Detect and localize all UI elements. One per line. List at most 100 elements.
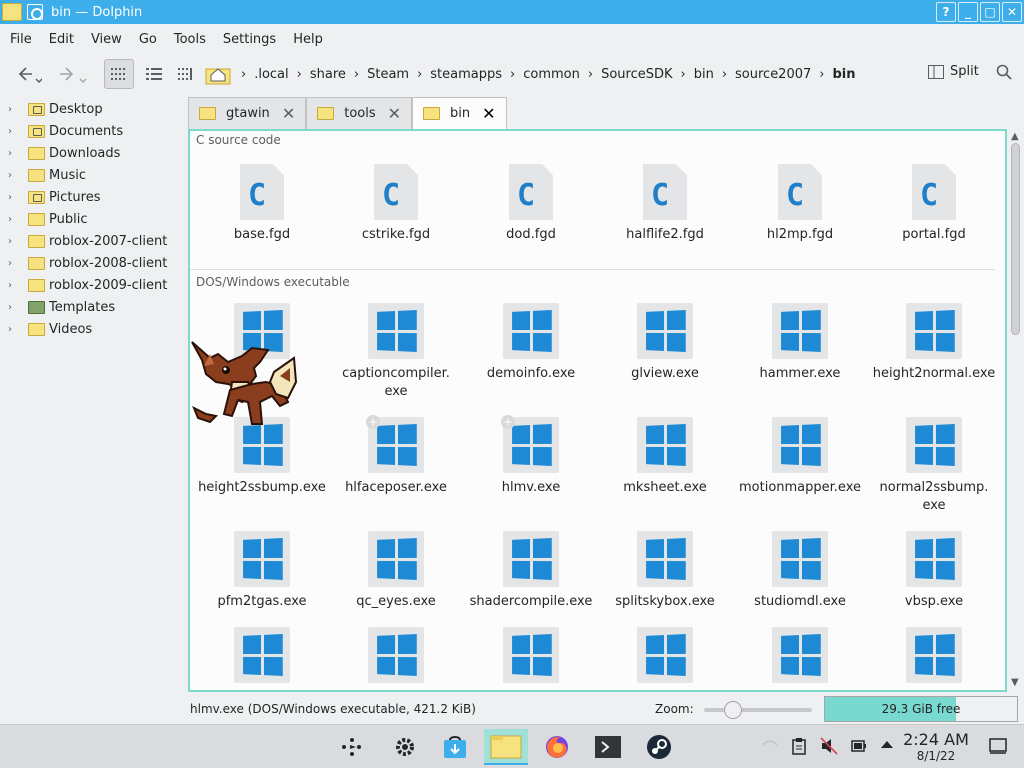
file-item[interactable]: glview.exe <box>598 303 732 383</box>
sidebar-item-documents[interactable]: › Documents <box>0 120 183 142</box>
file-item[interactable]: motionmapper.exe <box>733 417 867 497</box>
vertical-scrollbar[interactable]: ▲ ▼ <box>1009 129 1023 692</box>
menu-settings[interactable]: Settings <box>217 32 282 47</box>
file-item[interactable]: hammer.exe <box>733 303 867 383</box>
konsole-button[interactable] <box>586 729 630 765</box>
expand-arrow-icon[interactable]: › <box>8 280 20 291</box>
close-button[interactable]: ✕ <box>1002 2 1022 22</box>
sidebar-item-roblox-2008-client[interactable]: › roblox-2008-client <box>0 252 183 274</box>
battery-icon[interactable] <box>850 737 868 759</box>
sidebar-item-pictures[interactable]: › Pictures <box>0 186 183 208</box>
crumb-local[interactable]: .local <box>246 67 296 82</box>
sidebar-item-templates[interactable]: › Templates <box>0 296 183 318</box>
search-button[interactable] <box>996 64 1012 84</box>
show-hidden-icons-icon[interactable] <box>880 738 894 754</box>
maximize-button[interactable]: □ <box>980 2 1000 22</box>
steam-button[interactable] <box>637 729 681 765</box>
file-item[interactable]: C halflife2.fgd <box>598 164 732 244</box>
menu-tools[interactable]: Tools <box>168 32 212 47</box>
close-tab-icon[interactable]: ✕ <box>282 104 295 123</box>
crumb-steamapps[interactable]: steamapps <box>422 67 510 82</box>
sidebar-item-videos[interactable]: › Videos <box>0 318 183 340</box>
tab-bin[interactable]: bin ✕ <box>412 97 507 129</box>
window-menu-icon[interactable] <box>27 4 43 20</box>
dolphin-task-button[interactable] <box>484 729 528 765</box>
file-item[interactable]: C cstrike.fgd <box>329 164 463 244</box>
scroll-down-icon[interactable]: ▼ <box>1011 677 1019 688</box>
file-item[interactable]: shadercompile.exe <box>464 531 598 611</box>
file-item[interactable]: studiomdl.exe <box>733 531 867 611</box>
menu-file[interactable]: File <box>4 32 38 47</box>
expand-arrow-icon[interactable]: › <box>8 324 20 335</box>
sidebar-item-desktop[interactable]: › Desktop <box>0 98 183 120</box>
show-desktop-icon[interactable] <box>988 737 1008 759</box>
scroll-thumb[interactable] <box>1011 143 1020 335</box>
free-space-indicator[interactable]: 29.3 GiB free <box>824 696 1018 722</box>
tab-gtawin[interactable]: gtawin ✕ <box>188 97 307 129</box>
crumb-steam[interactable]: Steam <box>359 67 417 82</box>
close-tab-icon[interactable]: ✕ <box>482 104 495 123</box>
help-button[interactable]: ? <box>936 2 956 22</box>
expand-arrow-icon[interactable]: › <box>8 236 20 247</box>
crumb-common[interactable]: common <box>515 67 588 82</box>
file-item[interactable] <box>329 627 463 689</box>
file-item[interactable]: splitskybox.exe <box>598 531 732 611</box>
menu-edit[interactable]: Edit <box>43 32 80 47</box>
crumb-sourcesdk[interactable]: SourceSDK <box>593 67 680 82</box>
zoom-slider[interactable] <box>704 708 812 712</box>
minimize-button[interactable]: _ <box>958 2 978 22</box>
file-item[interactable]: + hlfaceposer.exe <box>329 415 463 497</box>
file-item[interactable]: captioncompiler. exe <box>329 303 463 401</box>
file-item[interactable] <box>464 627 598 689</box>
expand-arrow-icon[interactable]: › <box>8 104 20 115</box>
file-item[interactable]: height2normal.exe <box>867 303 1001 383</box>
sidebar-item-public[interactable]: › Public <box>0 208 183 230</box>
file-item[interactable]: pfm2tgas.exe <box>195 531 329 611</box>
expand-arrow-icon[interactable]: › <box>8 258 20 269</box>
file-view[interactable]: C source code C base.fgd C cstrike.fgd C… <box>188 129 1007 692</box>
file-item[interactable]: normal2ssbump. exe <box>867 417 1001 515</box>
file-item[interactable] <box>598 627 732 689</box>
file-item[interactable]: qc_eyes.exe <box>329 531 463 611</box>
file-item[interactable]: + hlmv.exe <box>464 415 598 497</box>
forward-button[interactable] <box>54 59 88 89</box>
expand-arrow-icon[interactable]: › <box>8 148 20 159</box>
application-launcher-button[interactable] <box>330 729 374 765</box>
scroll-up-icon[interactable]: ▲ <box>1011 131 1019 142</box>
file-item[interactable]: mksheet.exe <box>598 417 732 497</box>
icons-view-button[interactable] <box>104 59 134 89</box>
digital-clock[interactable]: 2:24 AM 8/1/22 <box>900 730 972 763</box>
crumb-share[interactable]: share <box>302 67 354 82</box>
file-item[interactable] <box>733 627 867 689</box>
clipboard-icon[interactable] <box>792 737 806 759</box>
sidebar-item-roblox-2007-client[interactable]: › roblox-2007-client <box>0 230 183 252</box>
eevee-sprite[interactable] <box>190 336 298 434</box>
expand-arrow-icon[interactable]: › <box>8 192 20 203</box>
file-item[interactable]: C portal.fgd <box>867 164 1001 244</box>
file-item[interactable]: C base.fgd <box>195 164 329 244</box>
network-icon[interactable] <box>762 739 778 757</box>
select-plus-icon[interactable]: + <box>366 415 380 429</box>
file-item[interactable] <box>867 627 1001 689</box>
firefox-button[interactable] <box>535 729 579 765</box>
sidebar-item-roblox-2009-client[interactable]: › roblox-2009-client <box>0 274 183 296</box>
title-bar[interactable]: bin — Dolphin ? _ □ ✕ <box>0 0 1024 24</box>
menu-go[interactable]: Go <box>133 32 163 47</box>
discover-button[interactable] <box>433 729 477 765</box>
file-item[interactable]: C dod.fgd <box>464 164 598 244</box>
expand-arrow-icon[interactable]: › <box>8 302 20 313</box>
sidebar-item-downloads[interactable]: › Downloads <box>0 142 183 164</box>
details-view-button[interactable] <box>172 59 200 89</box>
compact-view-button[interactable] <box>140 59 168 89</box>
close-tab-icon[interactable]: ✕ <box>388 104 401 123</box>
expand-arrow-icon[interactable]: › <box>8 214 20 225</box>
volume-muted-icon[interactable] <box>820 737 838 759</box>
crumb-source2007[interactable]: source2007 <box>727 67 819 82</box>
home-folder-icon[interactable] <box>205 63 231 85</box>
file-item[interactable]: C hl2mp.fgd <box>733 164 867 244</box>
split-button[interactable]: Split <box>928 64 979 79</box>
file-item[interactable]: demoinfo.exe <box>464 303 598 383</box>
expand-arrow-icon[interactable]: › <box>8 126 20 137</box>
file-item[interactable]: vbsp.exe <box>867 531 1001 611</box>
sidebar-item-music[interactable]: › Music <box>0 164 183 186</box>
